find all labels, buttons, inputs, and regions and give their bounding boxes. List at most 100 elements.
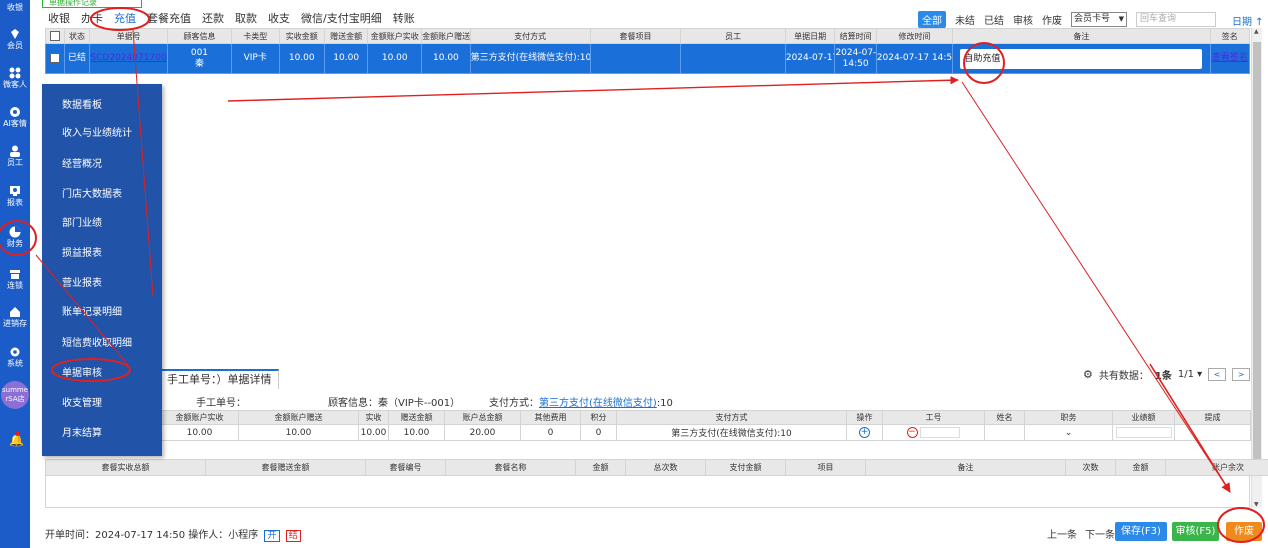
menu-item-business-overview[interactable]: 经营概况 xyxy=(62,155,102,170)
column-header: 支付方式 xyxy=(469,28,591,44)
filter-void[interactable]: 作废 xyxy=(1042,12,1062,27)
order-no-link[interactable]: SCD20240717000002 xyxy=(89,43,168,74)
tab-repayment[interactable]: 还款 xyxy=(202,11,224,27)
menu-item-profit-loss[interactable]: 损益报表 xyxy=(62,244,102,259)
date-sort[interactable]: 日期 ↑ xyxy=(1232,13,1264,28)
sidebar-item-reports[interactable]: 报表 xyxy=(0,181,30,215)
tab-income-expense[interactable]: 收支 xyxy=(268,11,290,27)
tab-transfer[interactable]: 转账 xyxy=(393,11,415,27)
page-number: 1/1 xyxy=(1177,369,1194,380)
notification-dot xyxy=(15,431,20,436)
checkbox[interactable] xyxy=(49,52,60,63)
cell xyxy=(984,424,1025,441)
pay-method-cell: 第三方支付(在线微信支付):10.00 xyxy=(469,43,591,74)
scroll-up-icon[interactable]: ▲ xyxy=(1254,28,1259,35)
add-circle-icon[interactable]: + xyxy=(859,427,870,438)
staff-id-input[interactable] xyxy=(920,427,961,438)
store-avatar[interactable]: summe rSA店 xyxy=(1,381,29,409)
checkbox[interactable] xyxy=(49,31,60,41)
tab-package-recharge[interactable]: 套餐充值 xyxy=(147,11,191,27)
menu-item-store-big-data[interactable]: 门店大数据表 xyxy=(62,185,122,200)
search-input[interactable]: 回车查询 xyxy=(1136,11,1216,27)
sidebar-item-finance[interactable]: 财务 xyxy=(0,222,30,256)
scroll-down-icon[interactable]: ▼ xyxy=(1254,501,1259,508)
cell: 20.00 xyxy=(444,424,521,441)
view-signature-link[interactable]: 查看签名 xyxy=(1209,43,1251,74)
search-type-select[interactable]: 会员卡号 ▼ xyxy=(1071,11,1127,27)
filter-all[interactable]: 全部 xyxy=(918,10,946,28)
menu-item-income-stats[interactable]: 收入与业绩统计 xyxy=(62,124,132,139)
staff-cell xyxy=(680,43,786,74)
column-header: 姓名 xyxy=(984,410,1025,425)
pay-amount: :10 xyxy=(656,398,673,409)
row-checkbox-cell[interactable] xyxy=(45,43,65,74)
chevron-down-icon[interactable]: ⌄ xyxy=(1065,428,1073,438)
pay-label: 支付方式： xyxy=(489,398,539,409)
void-button[interactable]: 作废 xyxy=(1226,522,1262,541)
save-button[interactable]: 保存(F3) xyxy=(1115,522,1167,541)
column-header: 赠送金额 xyxy=(388,410,445,425)
tab-cashier[interactable]: 收银 xyxy=(48,11,70,27)
operation-log-button[interactable]: 单据操作记录 xyxy=(42,0,142,8)
select-all-header[interactable] xyxy=(45,28,65,44)
column-header: 账户总金额 xyxy=(444,410,521,425)
page-indicator[interactable]: 1/1 ▾ xyxy=(1178,369,1202,380)
tab-withdraw[interactable]: 取款 xyxy=(235,11,257,27)
table-row[interactable]: 已结 SCD20240717000002 001秦 VIP卡 10.00 10.… xyxy=(45,43,1251,74)
sidebar-item-wechat-guest[interactable]: 微客人 xyxy=(0,63,30,97)
menu-item-bill-detail[interactable]: 账单记录明细 xyxy=(62,303,122,318)
tab-order-detail[interactable]: 手工单号：）单据详情 xyxy=(160,369,279,389)
menu-item-sms-fee[interactable]: 短信费收取明细 xyxy=(62,334,132,349)
sidebar-item-chain[interactable]: 连锁 xyxy=(0,264,30,298)
column-header: 积分 xyxy=(580,410,617,425)
sidebar-item-system[interactable]: 系统 xyxy=(0,342,30,376)
menu-item-dept-performance[interactable]: 部门业绩 xyxy=(62,214,102,229)
performance-input-cell[interactable] xyxy=(1112,424,1175,441)
sidebar-item-staff[interactable]: 员工 xyxy=(0,141,30,175)
next-page-button[interactable]: > xyxy=(1232,368,1251,381)
acct-gift-cell: 10.00 xyxy=(421,43,471,74)
menu-item-income-expense[interactable]: 收支管理 xyxy=(62,394,102,409)
column-header: 提成 xyxy=(1174,410,1251,425)
tab-recharge[interactable]: 充值 xyxy=(114,11,136,27)
manual-no-field: 手工单号： xyxy=(196,394,246,409)
filter-audited[interactable]: 审核 xyxy=(1013,12,1033,27)
bell-icon[interactable]: 🔔 xyxy=(9,431,24,447)
settle-time: 14:50 xyxy=(842,58,869,69)
role-cell[interactable]: ⌄ xyxy=(1024,424,1113,441)
column-header: 单据号 xyxy=(89,28,168,44)
sidebar-item-label: 财务 xyxy=(7,239,23,248)
menu-item-business-report[interactable]: 营业报表 xyxy=(62,274,102,289)
menu-item-dashboard[interactable]: 数据看板 xyxy=(62,96,102,111)
scrollbar-thumb[interactable] xyxy=(1253,42,1261,462)
tab-wechat-alipay[interactable]: 微信/支付宝明细 xyxy=(301,11,382,27)
prev-page-button[interactable]: < xyxy=(1208,368,1227,381)
note-field[interactable]: 自助充值 xyxy=(960,48,1203,69)
filter-settled[interactable]: 已结 xyxy=(984,12,1004,27)
next-record-button[interactable]: 下一条 xyxy=(1085,526,1115,541)
menu-item-month-end[interactable]: 月末结算 xyxy=(62,424,102,439)
app-root: 收银 会员 微客人 AI客情 员工 报表 财务 连锁 进销存 系统 summe … xyxy=(0,0,1268,548)
column-header: 实收 xyxy=(358,410,389,425)
column-header: 单据日期 xyxy=(784,28,836,44)
sidebar-item-ai[interactable]: AI客情 xyxy=(0,102,30,136)
scrollbar[interactable]: ▲ ▼ xyxy=(1251,28,1262,508)
column-header: 操作 xyxy=(846,410,883,425)
column-header: 金额账户实收 xyxy=(367,28,423,44)
performance-input[interactable] xyxy=(1115,427,1172,438)
menu-item-document-audit[interactable]: 单据审核 xyxy=(62,364,102,379)
finance-menu: 数据看板 收入与业绩统计 经营概况 门店大数据表 部门业绩 损益报表 营业报表 … xyxy=(42,84,162,456)
sidebar-item-inventory[interactable]: 进销存 xyxy=(0,302,30,336)
audit-button[interactable]: 审核(F5) xyxy=(1172,522,1219,541)
sidebar-item-cashier[interactable]: 收银 xyxy=(0,0,30,14)
prev-record-button[interactable]: 上一条 xyxy=(1047,526,1077,541)
gear-icon[interactable]: ⚙ xyxy=(1083,368,1093,381)
person-icon xyxy=(10,145,20,157)
pay-method-link[interactable]: 第三方支付(在线微信支付) xyxy=(539,398,657,409)
column-header: 员工 xyxy=(680,28,786,44)
remove-circle-icon[interactable]: − xyxy=(906,427,918,438)
tab-card[interactable]: 办卡 xyxy=(81,11,103,27)
column-header: 其他费用 xyxy=(520,410,581,425)
filter-unsettled[interactable]: 未结 xyxy=(955,12,975,27)
sidebar-item-member[interactable]: 会员 xyxy=(0,24,30,58)
